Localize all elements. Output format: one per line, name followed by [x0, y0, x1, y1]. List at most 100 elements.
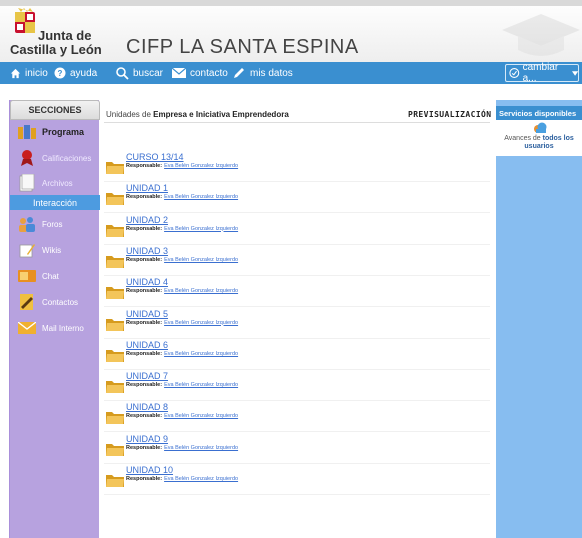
progress-service-text[interactable]: Avances de todos los usuarios: [496, 135, 582, 151]
unit-title-link[interactable]: UNIDAD 3: [126, 246, 168, 256]
unit-title-link[interactable]: UNIDAD 6: [126, 340, 168, 350]
subject-name: Empresa e Iniciativa Emprendedora: [153, 110, 289, 119]
unit-title-link[interactable]: UNIDAD 2: [126, 215, 168, 225]
unit-row[interactable]: UNIDAD 7 Responsable: Eva Belén Gonzalez I…: [104, 371, 490, 402]
unit-row[interactable]: UNIDAD 2 Responsable: Eva Belén Gonzalez I…: [104, 215, 490, 245]
unit-title-link[interactable]: UNIDAD 5: [126, 309, 168, 319]
folder-icon: [106, 224, 124, 237]
sidebar-item-calificaciones[interactable]: Calificaciones: [10, 148, 100, 168]
responsible-label: Responsable:: [126, 350, 163, 357]
unit-responsible: Responsable: Eva Belén Gonzalez Izquierdo: [126, 320, 238, 326]
unit-row[interactable]: UNIDAD 1 Responsable: Eva Belén Gonzalez I…: [104, 183, 490, 214]
unit-responsible: Responsable: Eva Belén Gonzalez Izquierdo: [126, 476, 238, 482]
responsible-name-link[interactable]: Eva Belén Gonzalez Izquierdo: [164, 257, 238, 263]
unit-title-link[interactable]: UNIDAD 7: [126, 371, 168, 381]
responsible-name-link[interactable]: Eva Belén Gonzalez Izquierdo: [164, 163, 238, 169]
progress-text-prefix: Avances de: [504, 135, 541, 142]
nav-inicio[interactable]: inicio: [10, 62, 48, 84]
services-panel: Servicios disponibles Avances de todos l…: [496, 100, 582, 538]
nav-contacto-label: contacto: [190, 67, 228, 79]
unit-title-link[interactable]: CURSO 13/14: [126, 152, 184, 162]
unit-row[interactable]: UNIDAD 5 Responsable: Eva Belén Gonzalez I…: [104, 309, 490, 339]
sidebar-item-contactos[interactable]: Contactos: [10, 292, 100, 312]
responsible-label: Responsable:: [126, 444, 163, 451]
responsible-name-link[interactable]: Eva Belén Gonzalez Izquierdo: [164, 445, 238, 451]
unit-row[interactable]: UNIDAD 10 Responsable: Eva Belén Gonzalez …: [104, 465, 490, 495]
unit-responsible: Responsable: Eva Belén Gonzalez Izquierdo: [126, 351, 238, 357]
sidebar-item-mail-interno[interactable]: Mail Interno: [10, 318, 100, 338]
unit-row[interactable]: UNIDAD 3 Responsable: Eva Belén Gonzalez I…: [104, 246, 490, 276]
progress-service-box[interactable]: Avances de todos los usuarios: [496, 120, 582, 156]
heading-divider: [104, 122, 490, 123]
responsible-name-link[interactable]: Eva Belén Gonzalez Izquierdo: [164, 288, 238, 294]
graduation-cap-watermark-icon: [502, 14, 580, 56]
nav-contacto[interactable]: contacto: [172, 62, 228, 84]
medal-icon: [18, 150, 36, 166]
sections-title: SECCIONES: [10, 100, 100, 120]
folder-icon: [106, 255, 124, 268]
top-strip: [0, 0, 582, 6]
unit-responsible: Responsable: Eva Belén Gonzalez Izquierdo: [126, 194, 238, 200]
wiki-icon: [18, 242, 36, 258]
nav-mis-datos[interactable]: mis datos: [232, 62, 293, 84]
unit-title-link[interactable]: UNIDAD 8: [126, 402, 168, 412]
nav-mis-datos-label: mis datos: [250, 67, 293, 79]
nav-ayuda[interactable]: ? ayuda: [54, 62, 97, 84]
folder-icon: [106, 162, 124, 174]
sidebar-item-foros[interactable]: Foros: [10, 214, 100, 234]
mail-icon: [18, 320, 36, 336]
change-course-dropdown[interactable]: cambiar a...: [505, 62, 579, 84]
sidebar-item-label: Programa: [42, 127, 85, 137]
unit-row[interactable]: UNIDAD 4 Responsable: Eva Belén Gonzalez I…: [104, 277, 490, 308]
logo-text-line1: Junta de: [38, 28, 92, 43]
programa-icon: [18, 124, 36, 140]
responsible-name-link[interactable]: Eva Belén Gonzalez Izquierdo: [164, 194, 238, 200]
unit-row[interactable]: CURSO 13/14 Responsable: Eva Belén Gonzale…: [104, 152, 490, 182]
unit-title-link[interactable]: UNIDAD 9: [126, 434, 168, 444]
folder-icon: [106, 349, 124, 362]
responsible-name-link[interactable]: Eva Belén Gonzalez Izquierdo: [164, 320, 238, 326]
search-icon: [116, 66, 129, 80]
unit-title-link[interactable]: UNIDAD 4: [126, 277, 168, 287]
interaccion-section-label: Interacción: [10, 195, 100, 210]
services-title: Servicios disponibles: [496, 106, 582, 120]
responsible-label: Responsable:: [126, 194, 163, 201]
unit-row[interactable]: UNIDAD 9 Responsable: Eva Belén Gonzalez I…: [104, 434, 490, 464]
unit-row[interactable]: UNIDAD 6 Responsable: Eva Belén Gonzalez I…: [104, 340, 490, 370]
responsible-name-link[interactable]: Eva Belén Gonzalez Izquierdo: [164, 413, 238, 419]
sidebar-item-label: Archivos: [42, 178, 73, 188]
unit-responsible: Responsable: Eva Belén Gonzalez Izquierdo: [126, 163, 238, 169]
sidebar-item-label: Wikis: [42, 245, 62, 255]
unit-title-link[interactable]: UNIDAD 10: [126, 465, 173, 475]
contacts-icon: [18, 294, 36, 310]
unit-title-link[interactable]: UNIDAD 1: [126, 183, 168, 193]
junta-logo[interactable]: Junta de Castilla y León: [8, 8, 108, 60]
folder-icon: [106, 193, 124, 206]
coat-of-arms-icon: [15, 8, 35, 33]
unit-responsible: Responsable: Eva Belén Gonzalez Izquierdo: [126, 382, 238, 388]
responsible-name-link[interactable]: Eva Belén Gonzalez Izquierdo: [164, 476, 238, 482]
nav-buscar[interactable]: buscar: [116, 62, 163, 84]
unit-responsible: Responsable: Eva Belén Gonzalez Izquierdo: [126, 226, 238, 232]
unit-responsible: Responsable: Eva Belén Gonzalez Izquierdo: [126, 413, 238, 419]
sidebar-item-chat[interactable]: Chat: [10, 266, 100, 286]
responsible-label: Responsable:: [126, 288, 163, 295]
sections-sidebar: SECCIONES Programa Calificaciones Archiv…: [9, 100, 100, 538]
sidebar-item-programa[interactable]: Programa: [10, 122, 100, 142]
preview-label[interactable]: PREVISUALIZACIÓN: [408, 110, 491, 119]
folder-icon: [106, 412, 124, 425]
site-header: Junta de Castilla y León CIFP LA SANTA E…: [0, 0, 582, 62]
sidebar-item-wikis[interactable]: Wikis: [10, 240, 100, 260]
responsible-name-link[interactable]: Eva Belén Gonzalez Izquierdo: [164, 382, 238, 388]
main-nav-bar: inicio ? ayuda buscar contacto mis datos…: [0, 62, 582, 84]
unit-responsible: Responsable: Eva Belén Gonzalez Izquierdo: [126, 288, 238, 294]
responsible-label: Responsable:: [126, 256, 163, 263]
folder-icon: [106, 287, 124, 300]
unit-row[interactable]: UNIDAD 8 Responsable: Eva Belén Gonzalez I…: [104, 402, 490, 433]
responsible-label: Responsable:: [126, 163, 163, 169]
responsible-name-link[interactable]: Eva Belén Gonzalez Izquierdo: [164, 226, 238, 232]
responsible-name-link[interactable]: Eva Belén Gonzalez Izquierdo: [164, 351, 238, 357]
sidebar-item-archivos[interactable]: Archivos: [10, 173, 100, 193]
sidebar-item-label: Mail Interno: [42, 323, 84, 333]
chat-icon: [18, 268, 36, 284]
